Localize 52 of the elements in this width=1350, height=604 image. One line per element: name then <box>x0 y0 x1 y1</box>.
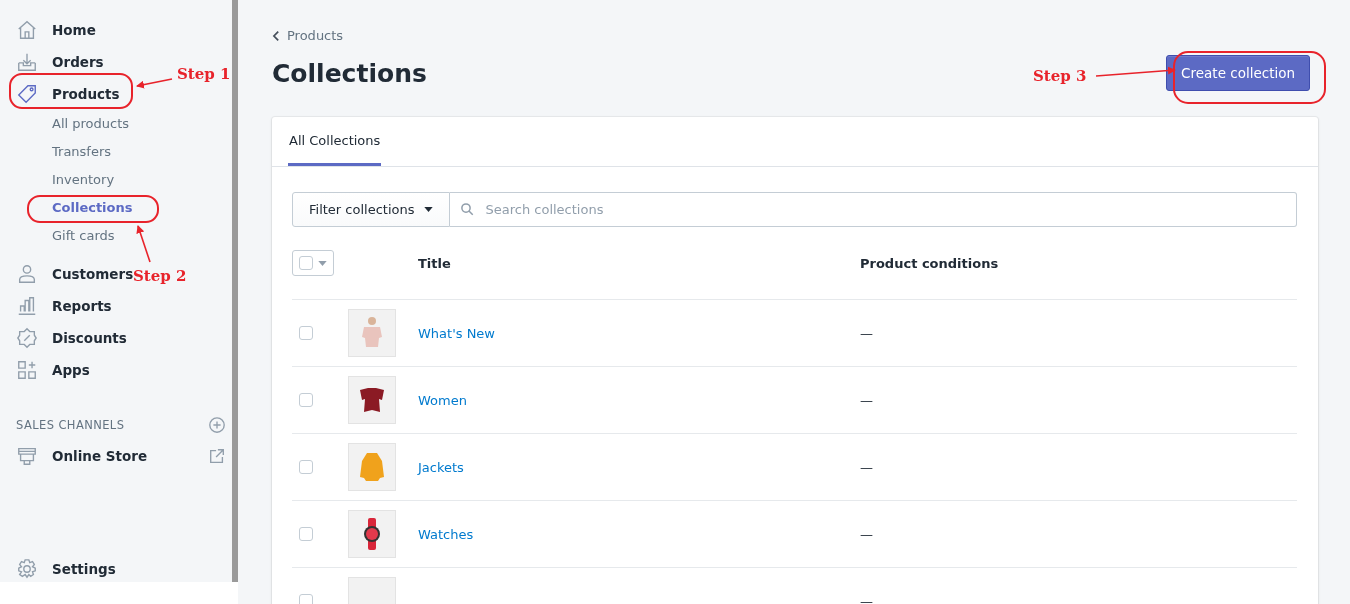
section-title: SALES CHANNELS <box>16 418 125 432</box>
annotation-label: Step 3 <box>1033 67 1087 85</box>
breadcrumb-link[interactable]: Products <box>272 28 344 43</box>
nav-label[interactable]: Online Store <box>52 448 148 464</box>
nav-label[interactable]: Customers <box>52 266 134 282</box>
external-link-icon[interactable] <box>208 447 226 465</box>
nav-label[interactable]: Apps <box>52 362 90 378</box>
search-icon <box>460 202 476 217</box>
caret-icon <box>424 207 434 212</box>
page-title: Collections <box>272 58 427 88</box>
collection-link[interactable]: Jackets <box>418 459 464 475</box>
nav-label[interactable]: Settings <box>52 561 116 577</box>
nav-subitem[interactable]: Gift cards <box>0 222 115 250</box>
nav-label[interactable]: Orders <box>52 54 104 70</box>
row-checkbox[interactable] <box>299 527 313 541</box>
nav-label[interactable]: Reports <box>52 298 112 314</box>
conditions-text: — <box>860 392 873 408</box>
nav-label[interactable]: Products <box>52 86 120 102</box>
scrollbar[interactable] <box>232 0 238 582</box>
annotation-arrow <box>136 78 173 89</box>
bulk-select-dropdown[interactable] <box>292 250 334 276</box>
nav-label[interactable]: Discounts <box>52 330 127 346</box>
add-icon[interactable] <box>208 416 226 434</box>
nav-subitem[interactable]: Inventory <box>0 166 115 194</box>
filter-dropdown[interactable]: Filter collections <box>292 192 451 227</box>
row-checkbox[interactable] <box>299 460 313 474</box>
collection-link[interactable]: Watches <box>418 526 474 542</box>
collection-link[interactable]: What's New <box>418 325 495 341</box>
annotation-arrow <box>136 225 151 263</box>
annotation-label: Step 2 <box>133 267 187 285</box>
collection-link[interactable]: Women <box>418 392 467 408</box>
store-icon <box>16 445 38 467</box>
nav-subitem[interactable]: Collections <box>0 194 133 222</box>
column-header: Product conditions <box>860 255 1000 271</box>
annotation-label: Step 1 <box>177 65 231 83</box>
column-header: Title <box>418 255 452 271</box>
settings-icon <box>16 558 38 580</box>
create-collection-button[interactable]: Create collection <box>1166 55 1310 91</box>
row-checkbox[interactable] <box>299 326 313 340</box>
conditions-text: — <box>860 325 873 341</box>
conditions-text: — <box>860 593 873 604</box>
nav-subitem[interactable]: All products <box>0 110 130 138</box>
caret-icon <box>318 260 327 266</box>
nav-subitem[interactable]: Transfers <box>0 138 112 166</box>
chevron-left-icon <box>272 29 281 42</box>
conditions-text: — <box>860 526 873 542</box>
conditions-text: — <box>860 459 873 475</box>
tab[interactable]: All Collections <box>288 117 382 166</box>
row-checkbox[interactable] <box>299 594 313 604</box>
search-field[interactable]: Search collections <box>450 192 1297 227</box>
row-checkbox[interactable] <box>299 393 313 407</box>
nav-label[interactable]: Home <box>52 22 96 38</box>
